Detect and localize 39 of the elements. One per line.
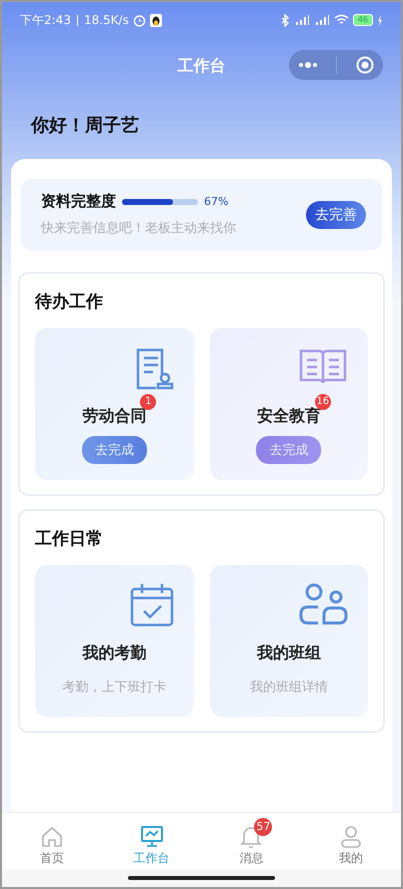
more-icon [298, 62, 318, 68]
feature-tile[interactable]: 我的考勤 考勤，上下班打卡 [35, 565, 194, 717]
tab-item[interactable]: 57 消息 [216, 816, 286, 866]
tab-item[interactable]: 首页 [16, 816, 87, 866]
penguin-icon [150, 14, 162, 26]
tile-label: 我的考勤 [82, 643, 146, 662]
profile-title: 资料完整度 [41, 192, 116, 211]
page-title: 工作台 [178, 56, 226, 76]
alarm-icon [132, 14, 146, 26]
feature-tile[interactable]: 我的班组 我的班组详情 [210, 565, 368, 717]
greeting-text: 你好！周子艺 [30, 114, 140, 138]
signal-icon [314, 14, 330, 26]
people-icon [298, 583, 348, 625]
count-badge: 57 [254, 818, 272, 836]
tab-item[interactable]: 工作台 [116, 816, 187, 866]
network-speed: 18.5K/s [84, 13, 129, 27]
count-badge: 16 [314, 394, 331, 410]
status-time: 下午2:43 [20, 12, 71, 28]
complete-profile-button[interactable]: 去完善 [306, 200, 366, 228]
monitor-chart-icon [138, 824, 165, 850]
battery-indicator: 46 [352, 14, 373, 26]
tile-label: 我的班组 [256, 643, 321, 662]
tile-subtitle: 考勤，上下班打卡 [62, 679, 166, 696]
feature-tile[interactable]: 安全教育 16 去完成 [210, 328, 368, 480]
wifi-icon [334, 14, 349, 26]
profile-hint: 快来完善信息吧！老板主动来找你 [41, 220, 236, 237]
section-title: 待办工作 [35, 291, 104, 313]
section-title: 工作日常 [35, 528, 104, 550]
charging-icon [377, 14, 383, 26]
progress-percent: 67% [204, 195, 228, 208]
calendar-check-icon [130, 583, 174, 627]
complete-button[interactable]: 去完成 [256, 436, 322, 464]
tab-item[interactable]: 我的 [316, 816, 386, 866]
close-circle-icon [356, 56, 374, 74]
signal-icon [294, 14, 310, 26]
tile-subtitle: 我的班组详情 [250, 679, 328, 696]
bluetooth-icon [280, 14, 290, 26]
complete-button[interactable]: 去完成 [82, 436, 147, 464]
feature-tile[interactable]: 劳动合同 1 去完成 [35, 328, 194, 480]
